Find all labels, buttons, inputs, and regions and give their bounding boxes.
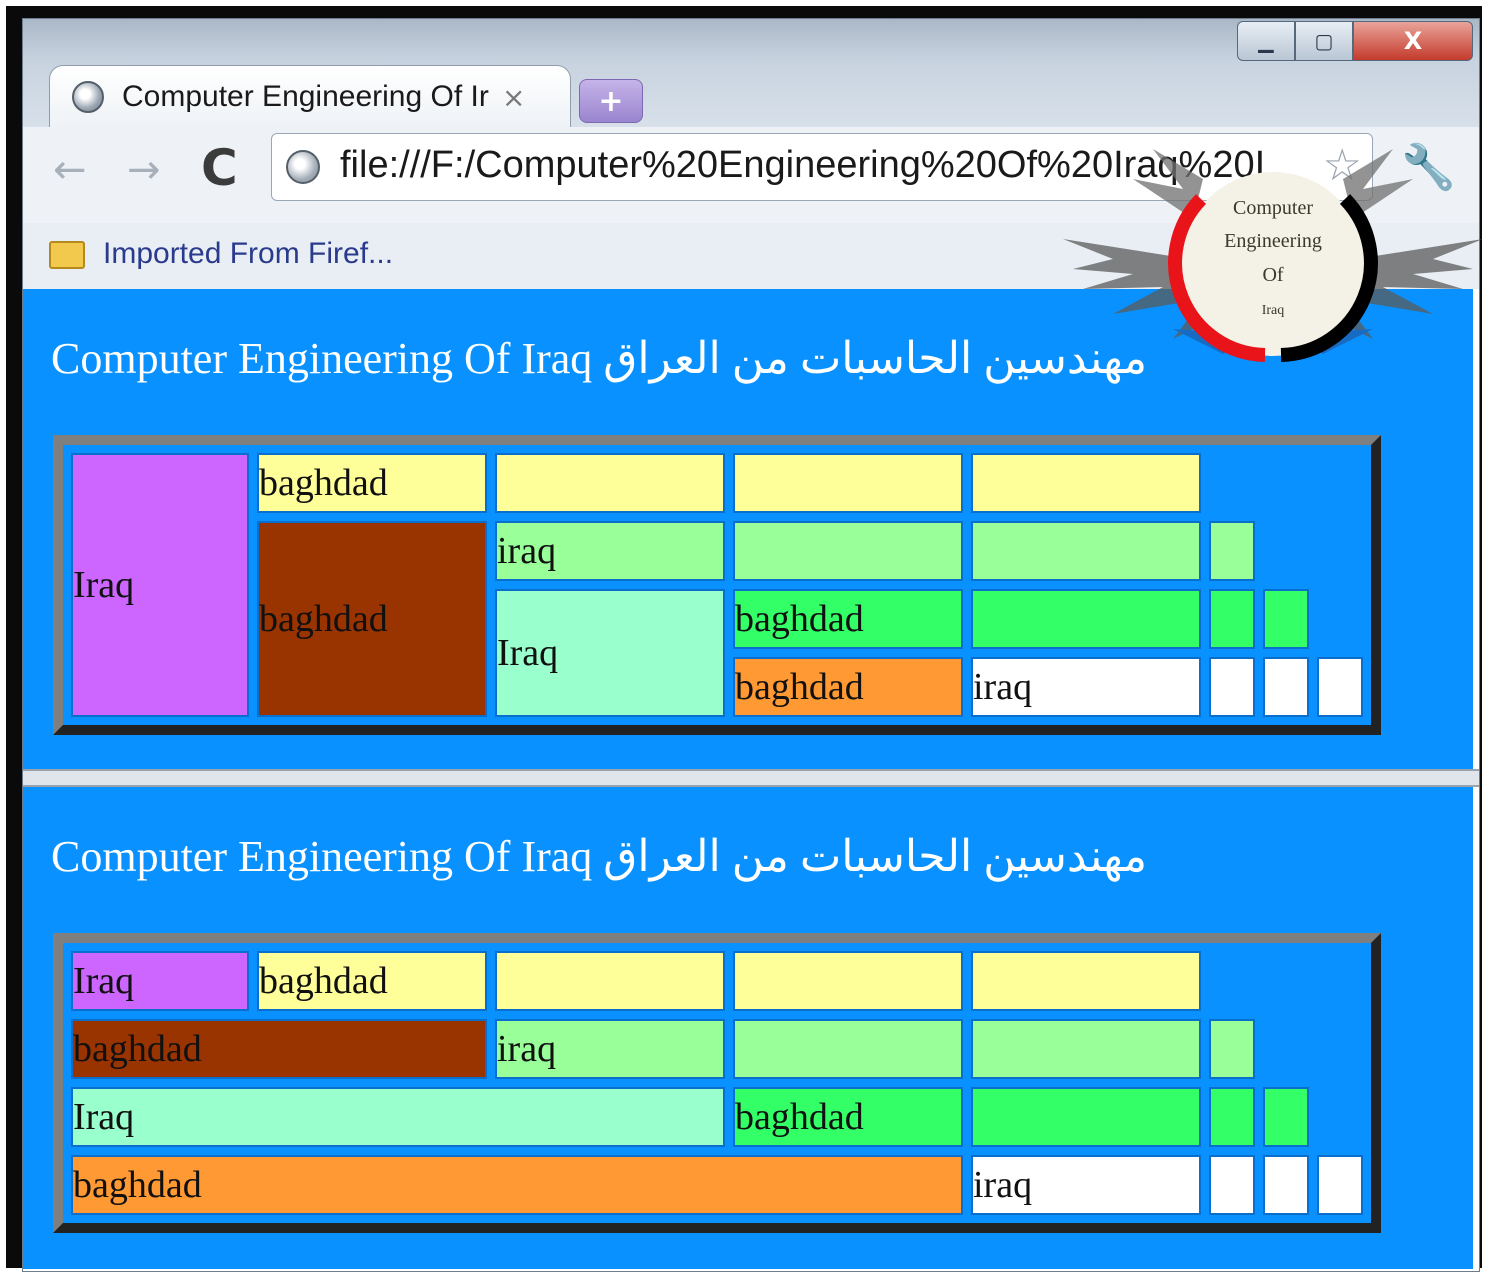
table-cell — [971, 951, 1201, 1011]
table-cell-empty — [1317, 1087, 1363, 1147]
table-cell: iraq — [971, 1155, 1201, 1215]
globe-icon — [72, 81, 104, 113]
table-cell: iraq — [971, 657, 1201, 717]
page-heading: Computer Engineering Of Iraq مهندسين الح… — [51, 832, 1148, 881]
table-cell-empty — [1263, 1019, 1309, 1079]
table-cell — [1209, 521, 1255, 581]
table-cell — [1209, 1155, 1255, 1215]
folder-icon — [49, 241, 85, 269]
screenshot-border: ▁ ▢ X Computer Engineering Of Ir × + ← →… — [6, 6, 1483, 1272]
table-cell: Iraq — [495, 589, 725, 717]
logo-text-line3: Of — [1262, 264, 1283, 286]
new-tab-button[interactable]: + — [579, 79, 643, 123]
table-cell — [971, 521, 1201, 581]
table-cell: Iraq — [71, 453, 249, 717]
page-content: Computer Engineering Of Iraq مهندسين الح… — [23, 289, 1479, 1271]
rowspan-table: Iraq baghdad baghdad iraq Iraq baghdad b… — [53, 435, 1381, 735]
table-cell — [1263, 1087, 1309, 1147]
table-cell: Iraq — [71, 951, 249, 1011]
table-cell — [1263, 1155, 1309, 1215]
table-cell — [1263, 589, 1309, 649]
tab-close-icon[interactable]: × — [502, 81, 525, 114]
frame-divider[interactable] — [23, 769, 1479, 787]
page-globe-icon — [286, 150, 320, 184]
table-cell: Iraq — [71, 1087, 725, 1147]
table-cell — [495, 453, 725, 513]
table-cell-empty — [1317, 951, 1363, 1011]
table-cell — [733, 1019, 963, 1079]
table-cell-empty — [1209, 453, 1255, 513]
table-cell — [1209, 1087, 1255, 1147]
table-cell: baghdad — [71, 1155, 963, 1215]
table-cell-empty — [1317, 1019, 1363, 1079]
table-cell: baghdad — [733, 657, 963, 717]
logo-text-line4: Iraq — [1262, 303, 1285, 318]
table-cell: baghdad — [733, 589, 963, 649]
table-cell — [971, 453, 1201, 513]
table-cell: iraq — [495, 521, 725, 581]
logo-text-line1: Computer — [1233, 197, 1313, 219]
table-cell-empty — [1317, 521, 1363, 581]
page-heading: Computer Engineering Of Iraq مهندسين الح… — [51, 334, 1148, 383]
browser-tab[interactable]: Computer Engineering Of Ir × — [49, 65, 571, 128]
back-icon[interactable]: ← — [53, 147, 87, 193]
reload-icon[interactable]: C — [201, 139, 238, 197]
table-cell: baghdad — [71, 1019, 487, 1079]
table-cell-empty — [1263, 521, 1309, 581]
table-cell-empty — [1317, 453, 1363, 513]
tab-title: Computer Engineering Of Ir — [122, 80, 489, 113]
bookmark-folder-imported[interactable]: Imported From Firef... — [103, 237, 393, 271]
window-controls: ▁ ▢ X — [1237, 21, 1473, 61]
table-cell — [971, 1019, 1201, 1079]
browser-window: ▁ ▢ X Computer Engineering Of Ir × + ← →… — [22, 18, 1483, 1272]
table-cell — [733, 521, 963, 581]
table-cell — [1317, 1155, 1363, 1215]
table-cell: baghdad — [257, 521, 487, 717]
table-cell-empty — [1263, 453, 1309, 513]
table-cell: baghdad — [257, 453, 487, 513]
table-cell — [1317, 657, 1363, 717]
table-cell-empty — [1209, 951, 1255, 1011]
close-window-button[interactable]: X — [1353, 21, 1473, 61]
table-cell — [971, 589, 1201, 649]
table-cell-empty — [1317, 589, 1363, 649]
colspan-table: Iraq baghdad baghdad iraq Iraq baghdad b… — [53, 933, 1381, 1233]
table-cell — [495, 951, 725, 1011]
table-cell — [1209, 1019, 1255, 1079]
table-cell — [1209, 657, 1255, 717]
table-cell: baghdad — [257, 951, 487, 1011]
minimize-button[interactable]: ▁ — [1237, 21, 1295, 61]
table-cell: baghdad — [733, 1087, 963, 1147]
logo-text-line2: Engineering — [1224, 230, 1322, 252]
table-cell: iraq — [495, 1019, 725, 1079]
bottom-frame: Computer Engineering Of Iraq مهندسين الح… — [23, 787, 1473, 1269]
table-cell-empty — [1263, 951, 1309, 1011]
forward-icon[interactable]: → — [127, 147, 161, 193]
maximize-button[interactable]: ▢ — [1295, 21, 1353, 61]
table-cell — [733, 951, 963, 1011]
table-cell — [971, 1087, 1201, 1147]
table-cell — [1263, 657, 1309, 717]
table-cell — [1209, 589, 1255, 649]
computer-engineering-logo: Computer Engineering Of Iraq — [1063, 149, 1483, 362]
table-cell — [733, 453, 963, 513]
